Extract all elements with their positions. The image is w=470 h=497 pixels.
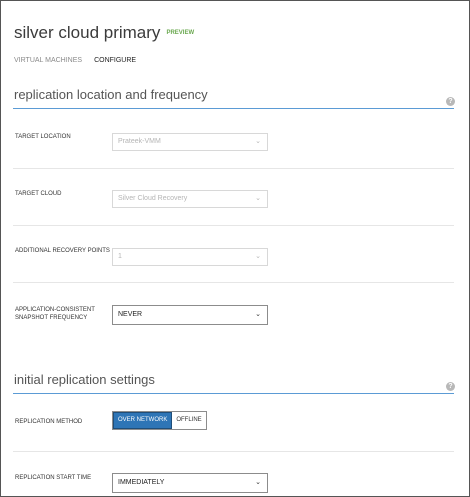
tab-bar: VIRTUAL MACHINES CONFIGURE xyxy=(14,57,136,64)
chevron-down-icon: ⌄ xyxy=(255,253,261,260)
snapshot-frequency-select[interactable]: NEVER ⌄ xyxy=(112,305,268,325)
start-time-label: REPLICATION START TIME xyxy=(15,475,92,481)
preview-badge: PREVIEW xyxy=(166,30,195,36)
snapshot-frequency-label: APPLICATION-CONSISTENT SNAPSHOT FREQUENC… xyxy=(15,307,95,321)
title-row: silver cloud primary PREVIEW xyxy=(14,23,194,43)
replication-method-toggle: OVER NETWORK OFFLINE xyxy=(112,411,207,430)
target-location-value: Prateek-VMM xyxy=(118,138,161,145)
snapshot-frequency-value: NEVER xyxy=(118,311,143,318)
tab-virtual-machines[interactable]: VIRTUAL MACHINES xyxy=(14,57,82,64)
target-location-select: Prateek-VMM ⌄ xyxy=(112,133,268,151)
section-title-initial: initial replication settings xyxy=(14,372,155,387)
replication-method-label: REPLICATION METHOD xyxy=(15,419,83,425)
question-icon[interactable]: ? xyxy=(446,382,455,391)
section-title-replication: replication location and frequency xyxy=(14,87,208,102)
recovery-points-value: 1 xyxy=(118,253,122,260)
section-divider xyxy=(13,108,454,109)
page-title: silver cloud primary xyxy=(14,23,161,42)
row-divider xyxy=(13,282,454,283)
chevron-down-icon: ⌄ xyxy=(255,138,261,145)
row-divider xyxy=(13,225,454,226)
section-divider xyxy=(13,393,454,394)
question-icon[interactable]: ? xyxy=(446,97,455,106)
start-time-value: IMMEDIATELY xyxy=(118,479,165,486)
chevron-down-icon: ⌄ xyxy=(255,195,261,202)
chevron-down-icon: ⌄ xyxy=(255,479,261,486)
over-network-option[interactable]: OVER NETWORK xyxy=(113,412,173,429)
row-divider xyxy=(13,451,454,452)
row-divider xyxy=(13,168,454,169)
start-time-select[interactable]: IMMEDIATELY ⌄ xyxy=(112,473,268,493)
target-cloud-label: TARGET CLOUD xyxy=(15,191,62,197)
offline-option[interactable]: OFFLINE xyxy=(172,412,206,429)
recovery-points-label: ADDITIONAL RECOVERY POINTS xyxy=(15,248,110,254)
target-location-label: TARGET LOCATION xyxy=(15,134,71,140)
target-cloud-select: Silver Cloud Recovery ⌄ xyxy=(112,190,268,208)
recovery-points-select: 1 ⌄ xyxy=(112,248,268,266)
tab-configure[interactable]: CONFIGURE xyxy=(94,57,136,64)
target-cloud-value: Silver Cloud Recovery xyxy=(118,195,188,202)
chevron-down-icon: ⌄ xyxy=(255,311,261,318)
configure-panel: silver cloud primary PREVIEW VIRTUAL MAC… xyxy=(0,0,470,497)
